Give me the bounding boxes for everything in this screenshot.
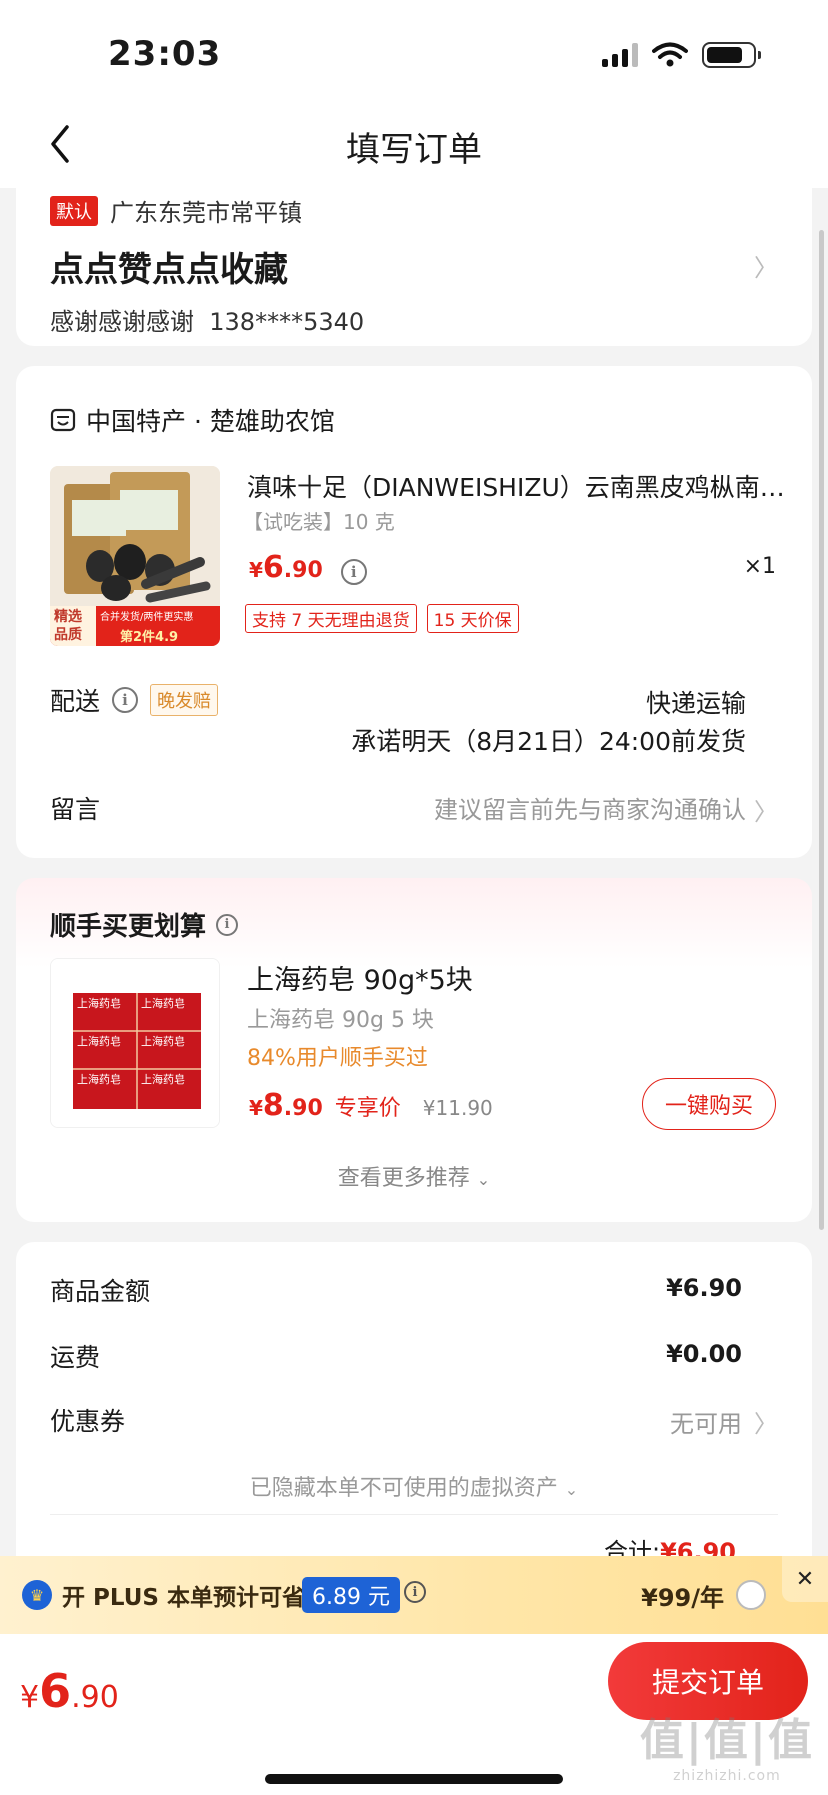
price-decimal: .90 (283, 1096, 323, 1121)
freight-value: ¥0.00 (666, 1340, 742, 1368)
status-bar: 23:03 (0, 0, 828, 100)
product-spec: 【试吃装】10 克 (243, 510, 395, 534)
nav-bar: 填写订单 (0, 100, 828, 188)
soap-box-label: 上海药皂 (77, 1035, 121, 1048)
service-tags: 支持 7 天无理由退货 15 天价保 (245, 604, 519, 633)
default-address-tag: 默认 (50, 196, 98, 226)
price-integer: 8 (262, 1088, 284, 1123)
watermark-logo: 值|值|值 (639, 1715, 814, 1766)
plus-saving-badge: 6.89 元 (302, 1577, 400, 1613)
soap-box-label: 上海药皂 (141, 997, 185, 1010)
product-quantity: ×1 (743, 554, 776, 579)
crown-icon: ♛ (22, 1580, 52, 1610)
note-input[interactable]: 建议留言前先与商家沟通确认 (434, 790, 746, 825)
address-region: 广东东莞市常平镇 (110, 199, 302, 227)
address-detail: 点点赞点点收藏 (50, 250, 288, 290)
shop-name: 中国特产 · 楚雄助农馆 (86, 407, 335, 436)
goods-amount-value: ¥6.90 (666, 1274, 742, 1302)
recommend-item-popularity: 84%用户顺手买过 (247, 1046, 428, 1071)
address-contact: 感谢感谢感谢 138****5340 (50, 302, 364, 337)
coupon-label: 优惠券 (50, 1407, 126, 1436)
delivery-info-icon[interactable]: i (112, 687, 139, 713)
delivery-method: 快递运输 (645, 689, 746, 718)
product-image[interactable]: 精选品质 合并发货/两件更实惠 第2件4.9 (50, 466, 220, 646)
note-label: 留言 (50, 795, 101, 824)
plus-info-icon[interactable]: i (404, 1581, 426, 1603)
chevron-right-icon: 〉 (754, 798, 778, 826)
scrollbar[interactable] (819, 230, 824, 1230)
soap-box-label: 上海药皂 (77, 997, 121, 1010)
chevron-right-icon: 〉 (754, 254, 778, 282)
hidden-assets-toggle[interactable]: 已隐藏本单不可使用的虚拟资产 ⌄ (16, 1470, 812, 1502)
price-currency: ¥ (249, 1096, 263, 1120)
price-decimal: .90 (283, 558, 323, 583)
contact-phone: 138****5340 (209, 308, 365, 336)
delivery-promise: 承诺明天（8月21日）24:00前发货 (351, 727, 746, 756)
coupon-value[interactable]: 无可用 (670, 1404, 742, 1439)
soap-box-label: 上海药皂 (141, 1073, 185, 1086)
home-indicator[interactable] (265, 1774, 563, 1784)
product-title[interactable]: 滇味十足（DIANWEISHIZU）云南黑皮鸡枞南… (247, 468, 792, 504)
original-price: ¥11.90 (422, 1096, 493, 1120)
signal-icon (602, 43, 638, 67)
wifi-icon (652, 42, 688, 67)
price-integer: 6 (262, 550, 284, 585)
product-badge-combine: 合并发货/两件更实惠 (100, 612, 194, 623)
plus-price: ¥99/年 (641, 1584, 724, 1612)
address-card[interactable]: 默认 广东东莞市常平镇 点点赞点点收藏 感谢感谢感谢 138****5340 〉 (16, 180, 812, 346)
plus-promo-text: 开 PLUS 本单预计可省 (62, 1585, 305, 1611)
divider (50, 1514, 778, 1515)
service-tag: 支持 7 天无理由退货 (245, 604, 417, 633)
freight-label: 运费 (50, 1343, 101, 1372)
chevron-right-icon: 〉 (754, 1410, 778, 1438)
one-click-buy-button[interactable]: 一键购买 (642, 1078, 776, 1130)
watermark-url: zhizhizhi.com (673, 1768, 781, 1784)
contact-name: 感谢感谢感谢 (50, 308, 194, 336)
price-integer: 6 (39, 1664, 72, 1718)
hidden-assets-label: 已隐藏本单不可使用的虚拟资产 (249, 1476, 558, 1501)
recommend-card: 顺手买更划算 i 上海药皂 上海药皂 上海药皂 上海药皂 上海药皂 上海药皂 上… (16, 878, 812, 1222)
price-currency: ¥ (249, 558, 263, 582)
recommend-item-spec: 上海药皂 90g 5 块 (247, 1008, 434, 1033)
goods-amount-label: 商品金额 (50, 1277, 151, 1306)
price-info-icon[interactable]: i (340, 559, 367, 585)
close-icon[interactable]: ✕ (782, 1556, 828, 1602)
price-currency: ¥ (20, 1680, 40, 1715)
product-badge-second: 第2件4.9 (120, 630, 179, 645)
late-compensation-tag: 晚发赔 (150, 684, 219, 716)
status-icons (602, 42, 761, 68)
delivery-row: 配送 i 晚发赔 (50, 682, 219, 718)
plus-promo-bar[interactable]: ♛ 开 PLUS 本单预计可省 6.89 元 i ¥99/年 ✕ (0, 1556, 828, 1634)
shop-header[interactable]: 中国特产 · 楚雄助农馆 (50, 402, 335, 438)
bottom-bar: ¥6.90 提交订单 值|值|值 zhizhizhi.com (0, 1634, 828, 1795)
product-badge-quality: 精选品质 (54, 609, 82, 643)
service-tag: 15 天价保 (426, 604, 519, 633)
more-recommendations-label: 查看更多推荐 (337, 1166, 470, 1191)
chevron-down-icon: ⌄ (564, 1480, 579, 1499)
shop-card: 中国特产 · 楚雄助农馆 精选品质 合并发货/两件更实惠 第2件4.9 滇味十足… (16, 366, 812, 858)
total-price: ¥6.90 (20, 1664, 119, 1718)
summary-card: 商品金额 ¥6.90 运费 ¥0.00 优惠券 无可用 〉 已隐藏本单不可使用的… (16, 1242, 812, 1572)
recommend-header: 顺手买更划算 i (50, 906, 239, 943)
page-title: 填写订单 (346, 130, 482, 170)
status-time: 23:03 (108, 34, 222, 74)
more-recommendations-link[interactable]: 查看更多推荐 ⌄ (16, 1160, 812, 1192)
recommend-image[interactable]: 上海药皂 上海药皂 上海药皂 上海药皂 上海药皂 上海药皂 (50, 958, 220, 1128)
recommend-title: 顺手买更划算 (50, 912, 207, 942)
price-decimal: .90 (71, 1680, 119, 1715)
chevron-down-icon: ⌄ (476, 1170, 491, 1189)
delivery-label: 配送 (50, 687, 101, 716)
battery-icon (702, 42, 761, 68)
plus-select-radio[interactable] (736, 1580, 766, 1610)
recommend-item-name[interactable]: 上海药皂 90g*5块 (247, 958, 473, 997)
soap-box-label: 上海药皂 (141, 1035, 185, 1048)
watermark: 值|值|值 zhizhizhi.com (640, 1704, 814, 1784)
exclusive-price-label: 专享价 (334, 1096, 401, 1121)
recommend-info-icon[interactable]: i (216, 913, 239, 936)
recommend-item-price: ¥8.90 专享价 ¥11.90 (249, 1088, 493, 1123)
soap-box-label: 上海药皂 (77, 1073, 121, 1086)
product-price: ¥6.90 i (249, 550, 367, 585)
shop-icon (50, 408, 76, 432)
